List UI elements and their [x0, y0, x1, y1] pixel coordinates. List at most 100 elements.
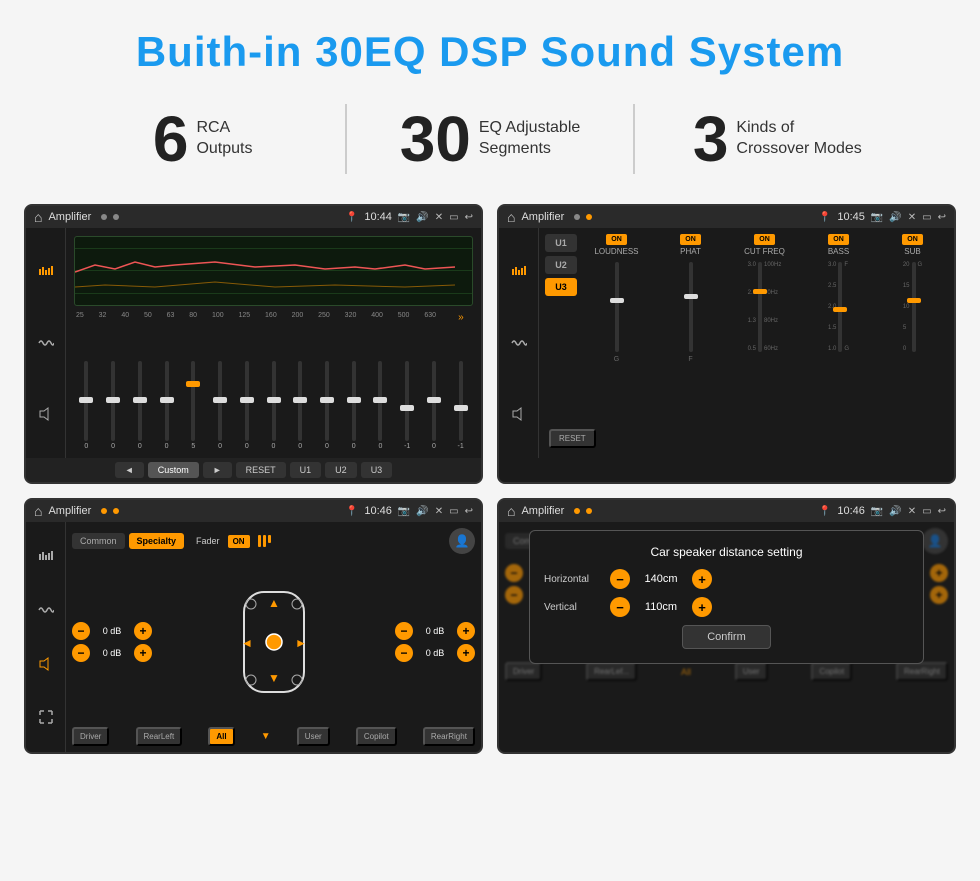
cx-phat-toggle[interactable]: ON: [680, 234, 701, 245]
ds-rect-icon[interactable]: ▭: [922, 506, 931, 517]
stat-crossover-label: Kinds ofCrossover Modes: [736, 118, 861, 160]
sp-back-icon[interactable]: ↩: [465, 506, 473, 517]
sp-lt-minus-btn[interactable]: −: [72, 622, 90, 640]
sp-fader-toggle[interactable]: ON: [228, 535, 250, 548]
eq-track-12[interactable]: [378, 361, 382, 441]
sp-fader-bars: [258, 535, 271, 547]
sp-copilot-btn[interactable]: Copilot: [356, 727, 397, 746]
eq-custom-btn[interactable]: Custom: [148, 462, 199, 478]
sp-controls-left: − 0 dB + − 0 dB +: [72, 560, 152, 723]
sp-common-tab[interactable]: Common: [72, 533, 125, 549]
sp-profile-btn[interactable]: 👤: [449, 528, 475, 554]
sp-rt-minus-btn[interactable]: −: [395, 622, 413, 640]
eq-track-11[interactable]: [352, 361, 356, 441]
sp-sidebar-expand-icon[interactable]: [34, 705, 58, 729]
sp-lt-plus-btn[interactable]: +: [134, 622, 152, 640]
eq-more-arrow[interactable]: »: [451, 312, 471, 323]
cx-x-icon[interactable]: ✕: [908, 212, 916, 223]
cx-u2-btn[interactable]: U2: [545, 256, 577, 274]
ds-horizontal-plus-btn[interactable]: +: [692, 569, 712, 589]
eq-title: Amplifier: [48, 211, 91, 223]
cx-u1-btn[interactable]: U1: [545, 234, 577, 252]
sp-sidebar-speaker-icon[interactable]: [34, 652, 58, 676]
sp-lb-plus-btn[interactable]: +: [134, 644, 152, 662]
ds-horizontal-minus-btn[interactable]: −: [610, 569, 630, 589]
cx-bass-toggle[interactable]: ON: [828, 234, 849, 245]
cx-loudness-toggle[interactable]: ON: [606, 234, 627, 245]
eq-sidebar-wave-icon[interactable]: [34, 331, 58, 355]
sp-fader-bar-1: [258, 535, 261, 547]
sp-lb-minus-btn[interactable]: −: [72, 644, 90, 662]
ds-confirm-btn[interactable]: Confirm: [682, 625, 771, 649]
sp-rb-minus-btn[interactable]: −: [395, 644, 413, 662]
sp-all-btn[interactable]: All: [208, 727, 234, 746]
cx-sidebar-speaker-icon[interactable]: [507, 402, 531, 426]
eq-track-13[interactable]: [405, 361, 409, 441]
sp-x-icon[interactable]: ✕: [435, 506, 443, 517]
eq-track-8[interactable]: [272, 361, 276, 441]
sp-rb-plus-btn[interactable]: +: [457, 644, 475, 662]
eq-sidebar-eq-icon[interactable]: [34, 260, 58, 284]
eq-back-icon[interactable]: ↩: [465, 212, 473, 223]
eq-play-btn[interactable]: ►: [203, 462, 232, 478]
sp-fader-bar-3: [268, 535, 271, 543]
eq-thumb-13: [400, 405, 414, 411]
eq-x-icon[interactable]: ✕: [435, 212, 443, 223]
cx-u3-btn[interactable]: U3: [545, 278, 577, 296]
sp-screen-card: ⌂ Amplifier 📍 10:46 📷 🔊 ✕ ▭ ↩: [24, 498, 483, 754]
cx-reset-btn[interactable]: RESET: [549, 429, 596, 448]
eq-track-6[interactable]: [218, 361, 222, 441]
sp-rt-plus-btn[interactable]: +: [457, 622, 475, 640]
eq-track-2[interactable]: [111, 361, 115, 441]
sp-rearleft-btn[interactable]: RearLeft: [136, 727, 183, 746]
sp-specialty-tab[interactable]: Specialty: [129, 533, 185, 549]
eq-slider-8: 0: [261, 361, 286, 450]
eq-u3-btn[interactable]: U3: [361, 462, 393, 478]
eq-track-5[interactable]: [191, 361, 195, 441]
cx-sidebar-wave-icon[interactable]: [507, 331, 531, 355]
cx-bass-slider[interactable]: [838, 262, 842, 352]
eq-track-10[interactable]: [325, 361, 329, 441]
eq-prev-btn[interactable]: ◄: [115, 462, 144, 478]
eq-track-4[interactable]: [165, 361, 169, 441]
ds-home-icon[interactable]: ⌂: [507, 503, 515, 519]
sp-sidebar-eq-icon[interactable]: [34, 545, 58, 569]
cx-sidebar-eq-icon[interactable]: [507, 260, 531, 284]
eq-reset-btn[interactable]: RESET: [236, 462, 286, 478]
cx-sub-slider[interactable]: [912, 262, 916, 352]
eq-track-14[interactable]: [432, 361, 436, 441]
ds-x-icon[interactable]: ✕: [908, 506, 916, 517]
sp-rect-icon[interactable]: ▭: [449, 506, 458, 517]
cx-cutfreq-toggle[interactable]: ON: [754, 234, 775, 245]
ds-vertical-minus-btn[interactable]: −: [610, 597, 630, 617]
sp-sidebar-wave-icon[interactable]: [34, 598, 58, 622]
eq-track-1[interactable]: [84, 361, 88, 441]
sp-driver-btn[interactable]: Driver: [72, 727, 109, 746]
eq-thumb-5: [186, 381, 200, 387]
cx-home-icon[interactable]: ⌂: [507, 209, 515, 225]
eq-rect-icon[interactable]: ▭: [449, 212, 458, 223]
sp-rb-db-val: 0 dB: [416, 648, 454, 658]
eq-freq-320: 320: [345, 312, 357, 323]
cx-sidebar: [499, 228, 539, 458]
sp-home-icon[interactable]: ⌂: [34, 503, 42, 519]
eq-u1-btn[interactable]: U1: [290, 462, 322, 478]
cx-loudness-slider[interactable]: [615, 262, 619, 352]
cx-phat-slider[interactable]: [689, 262, 693, 352]
cx-cutfreq-slider[interactable]: [758, 262, 762, 352]
sp-rearright-btn[interactable]: RearRight: [423, 727, 475, 746]
eq-track-7[interactable]: [245, 361, 249, 441]
eq-track-15[interactable]: [459, 361, 463, 441]
ds-vertical-plus-btn[interactable]: +: [692, 597, 712, 617]
cx-back-icon[interactable]: ↩: [938, 212, 946, 223]
eq-track-3[interactable]: [138, 361, 142, 441]
eq-val-13: -1: [404, 443, 410, 450]
cx-sub-toggle[interactable]: ON: [902, 234, 923, 245]
eq-home-icon[interactable]: ⌂: [34, 209, 42, 225]
eq-u2-btn[interactable]: U2: [325, 462, 357, 478]
eq-sidebar-speaker-icon[interactable]: [34, 402, 58, 426]
cx-rect-icon[interactable]: ▭: [922, 212, 931, 223]
sp-user-btn[interactable]: User: [297, 727, 330, 746]
ds-back-icon[interactable]: ↩: [938, 506, 946, 517]
eq-track-9[interactable]: [298, 361, 302, 441]
